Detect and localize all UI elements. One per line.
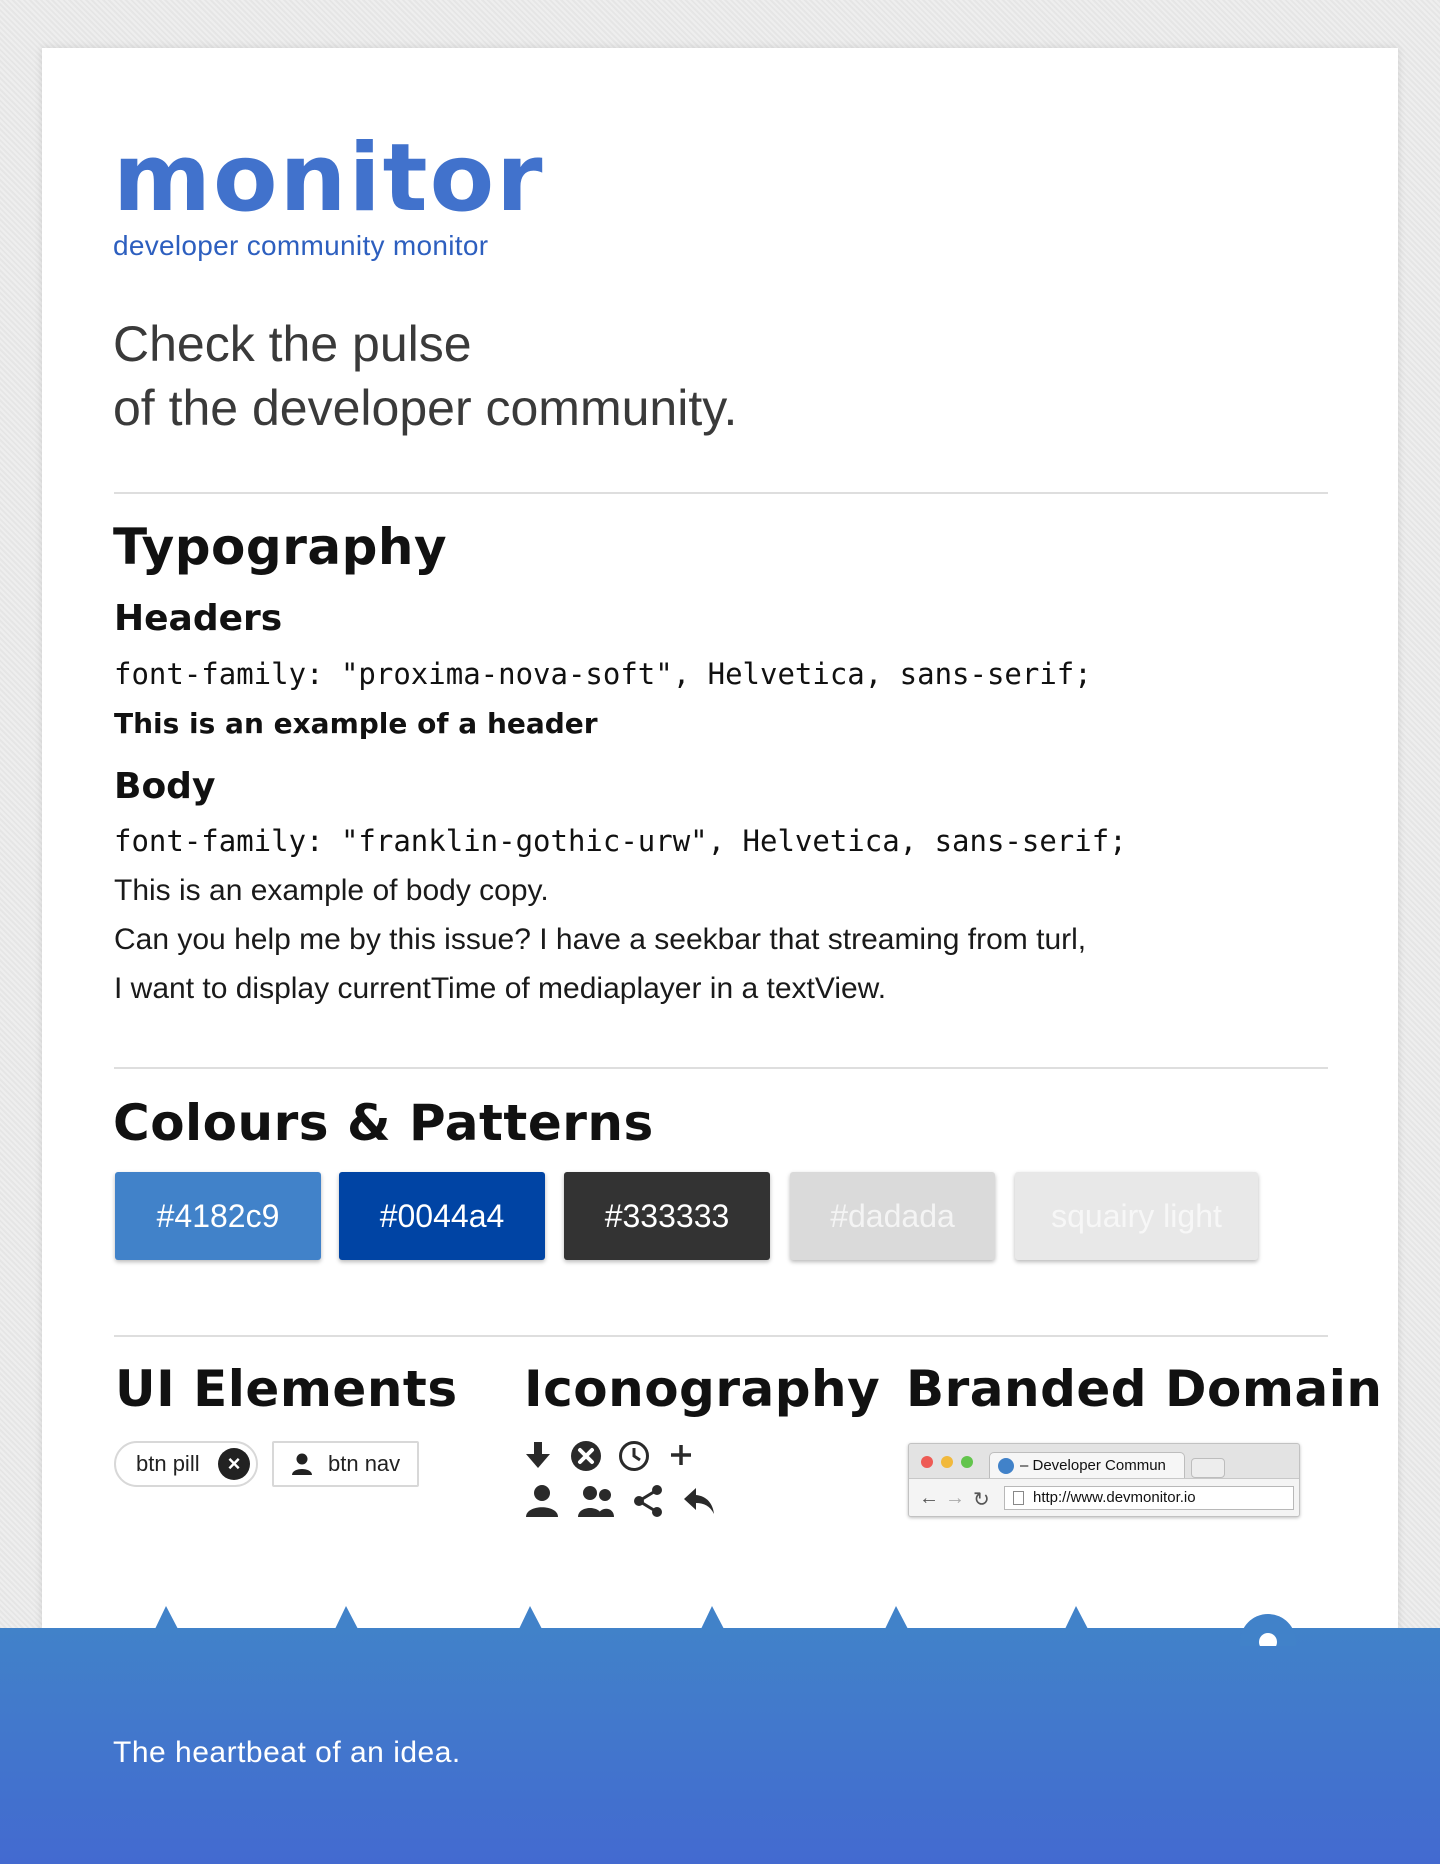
body-example-line-1: This is an example of body copy. bbox=[114, 874, 549, 907]
hero-line-1: Check the pulse bbox=[113, 316, 472, 372]
logo-wordmark: monitor bbox=[113, 124, 545, 233]
typography-heading: Typography bbox=[113, 518, 448, 576]
close-circle-icon bbox=[571, 1441, 601, 1471]
user-icon bbox=[526, 1485, 558, 1517]
body-example-line-2: Can you help me by this issue? I have a … bbox=[114, 923, 1087, 956]
clock-icon bbox=[619, 1441, 649, 1471]
minimize-window-icon bbox=[941, 1456, 953, 1468]
users-icon bbox=[578, 1486, 614, 1517]
body-font-family: font-family: "franklin-gothic-urw", Helv… bbox=[114, 824, 1127, 858]
back-icon[interactable]: ← bbox=[919, 1487, 939, 1510]
forward-icon[interactable]: → bbox=[945, 1487, 965, 1510]
browser-tab-title: – Developer Commun bbox=[1020, 1457, 1166, 1474]
body-subheading: Body bbox=[114, 766, 216, 807]
heartbeat-line bbox=[155, 1606, 1296, 1646]
hero-line-2: of the developer community. bbox=[113, 380, 738, 436]
swatch-charcoal: #333333 bbox=[564, 1172, 770, 1260]
browser-toolbar: ← → ↻ http://www.devmonitor.io bbox=[909, 1478, 1299, 1516]
btn-pill-label: btn pill bbox=[136, 1451, 200, 1476]
logo: monitor developer community monitor bbox=[113, 132, 545, 262]
reply-icon bbox=[684, 1488, 714, 1514]
share-icon bbox=[634, 1485, 662, 1517]
footer-slogan: The heartbeat of an idea. bbox=[113, 1736, 461, 1769]
headers-font-family: font-family: "proxima-nova-soft", Helvet… bbox=[114, 657, 1092, 691]
btn-nav[interactable]: btn nav bbox=[272, 1441, 419, 1487]
branded-domain-heading: Branded Domain bbox=[906, 1360, 1383, 1418]
body-example-line-3: I want to display currentTime of mediapl… bbox=[114, 972, 887, 1005]
footer: The heartbeat of an idea. bbox=[0, 1606, 1440, 1864]
hero-tagline: Check the pulse of the developer communi… bbox=[113, 312, 737, 440]
maximize-window-icon bbox=[961, 1456, 973, 1468]
divider bbox=[114, 1335, 1328, 1337]
address-bar-url: http://www.devmonitor.io bbox=[1033, 1489, 1196, 1506]
swatch-primary-blue: #4182c9 bbox=[115, 1172, 321, 1260]
favicon-icon bbox=[998, 1458, 1014, 1474]
reload-icon[interactable]: ↻ bbox=[973, 1487, 990, 1512]
browser-mockup: – Developer Commun ← → ↻ http://www.devm… bbox=[908, 1443, 1300, 1517]
colours-heading: Colours & Patterns bbox=[113, 1094, 654, 1152]
close-window-icon bbox=[921, 1456, 933, 1468]
download-icon bbox=[526, 1442, 550, 1468]
divider bbox=[114, 1067, 1328, 1069]
address-bar[interactable]: http://www.devmonitor.io bbox=[1004, 1486, 1294, 1510]
page-icon bbox=[1013, 1491, 1024, 1505]
btn-pill[interactable]: btn pill × bbox=[114, 1441, 258, 1487]
close-icon[interactable]: × bbox=[218, 1448, 250, 1480]
new-tab-button[interactable] bbox=[1191, 1458, 1225, 1478]
headers-subheading: Headers bbox=[114, 598, 283, 639]
logo-tagline: developer community monitor bbox=[113, 230, 489, 261]
user-icon bbox=[292, 1453, 312, 1475]
swatch-light-grey: #dadada bbox=[790, 1172, 995, 1260]
swatch-dark-blue: #0044a4 bbox=[339, 1172, 545, 1260]
iconography-heading: Iconography bbox=[524, 1360, 881, 1418]
swatch-squairy-light: squairy light bbox=[1015, 1172, 1258, 1260]
divider bbox=[114, 492, 1328, 494]
header-example: This is an example of a header bbox=[114, 707, 598, 740]
plus-icon bbox=[671, 1445, 691, 1465]
browser-tab[interactable]: – Developer Commun bbox=[989, 1452, 1185, 1478]
body-example: This is an example of body copy. Can you… bbox=[114, 866, 1086, 1013]
btn-nav-label: btn nav bbox=[328, 1451, 401, 1476]
ui-elements-heading: UI Elements bbox=[115, 1360, 458, 1418]
